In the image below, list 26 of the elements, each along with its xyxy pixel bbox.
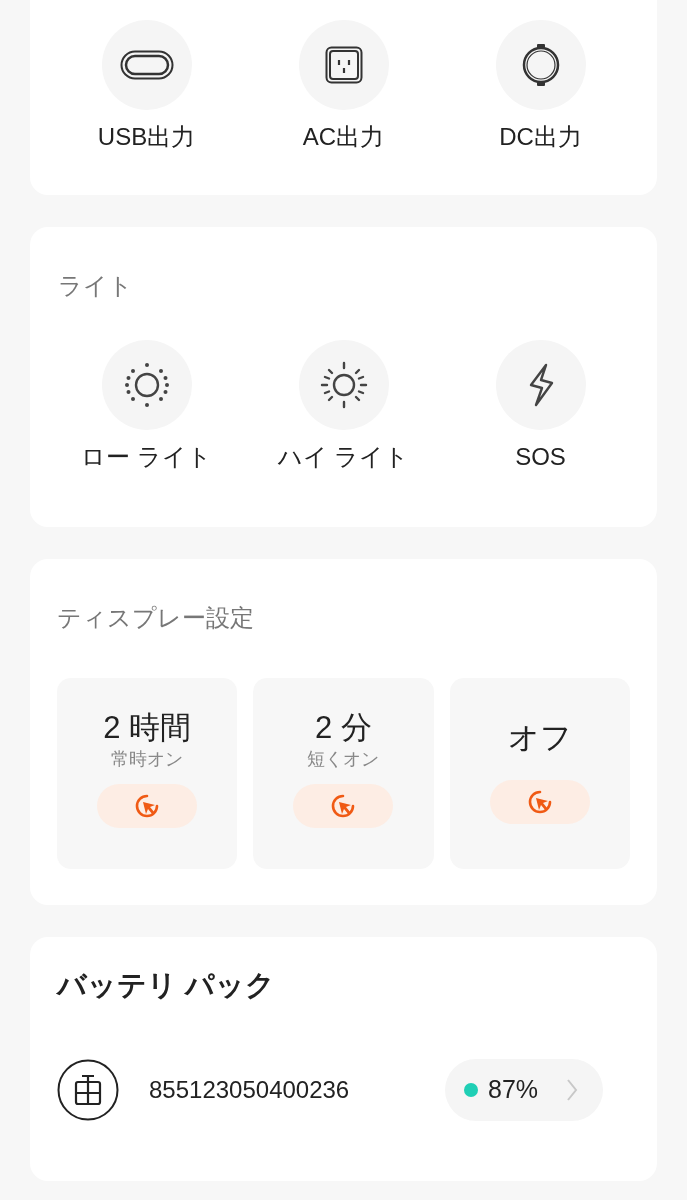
timeout-value: オフ: [507, 719, 572, 757]
select-button[interactable]: [489, 780, 590, 824]
section-title: ティスプレー設定: [57, 604, 254, 632]
charge-button[interactable]: 87%: [445, 1059, 603, 1121]
section-title: ライト: [57, 272, 134, 300]
battery-pack-icon: [57, 1059, 119, 1121]
timeout-caption: 常時オン: [111, 748, 184, 770]
option-label: ハイ ライト: [277, 442, 410, 472]
timeout-caption: 短くオン: [307, 748, 380, 770]
select-button[interactable]: [97, 784, 198, 828]
serial-number: 855123050400236: [149, 1075, 350, 1105]
select-button[interactable]: [293, 784, 394, 828]
option-label: SOS: [515, 442, 566, 472]
section-title: バッテリ パック: [57, 968, 276, 1003]
sun-icon: [122, 361, 171, 409]
sun-icon: [319, 361, 368, 409]
option-label: AC出力: [302, 122, 385, 152]
usb-port-icon: [119, 50, 174, 80]
option-label: ロー ライト: [81, 442, 212, 472]
option-label: USB出力: [97, 122, 196, 152]
timeout-value: 2 分: [315, 709, 372, 747]
chevron-right-icon: [566, 1078, 579, 1102]
outlet-icon: [324, 46, 363, 84]
option-label: DC出力: [499, 122, 582, 152]
round-port-icon: [520, 43, 561, 87]
timeout-value: 2 時間: [103, 709, 192, 747]
